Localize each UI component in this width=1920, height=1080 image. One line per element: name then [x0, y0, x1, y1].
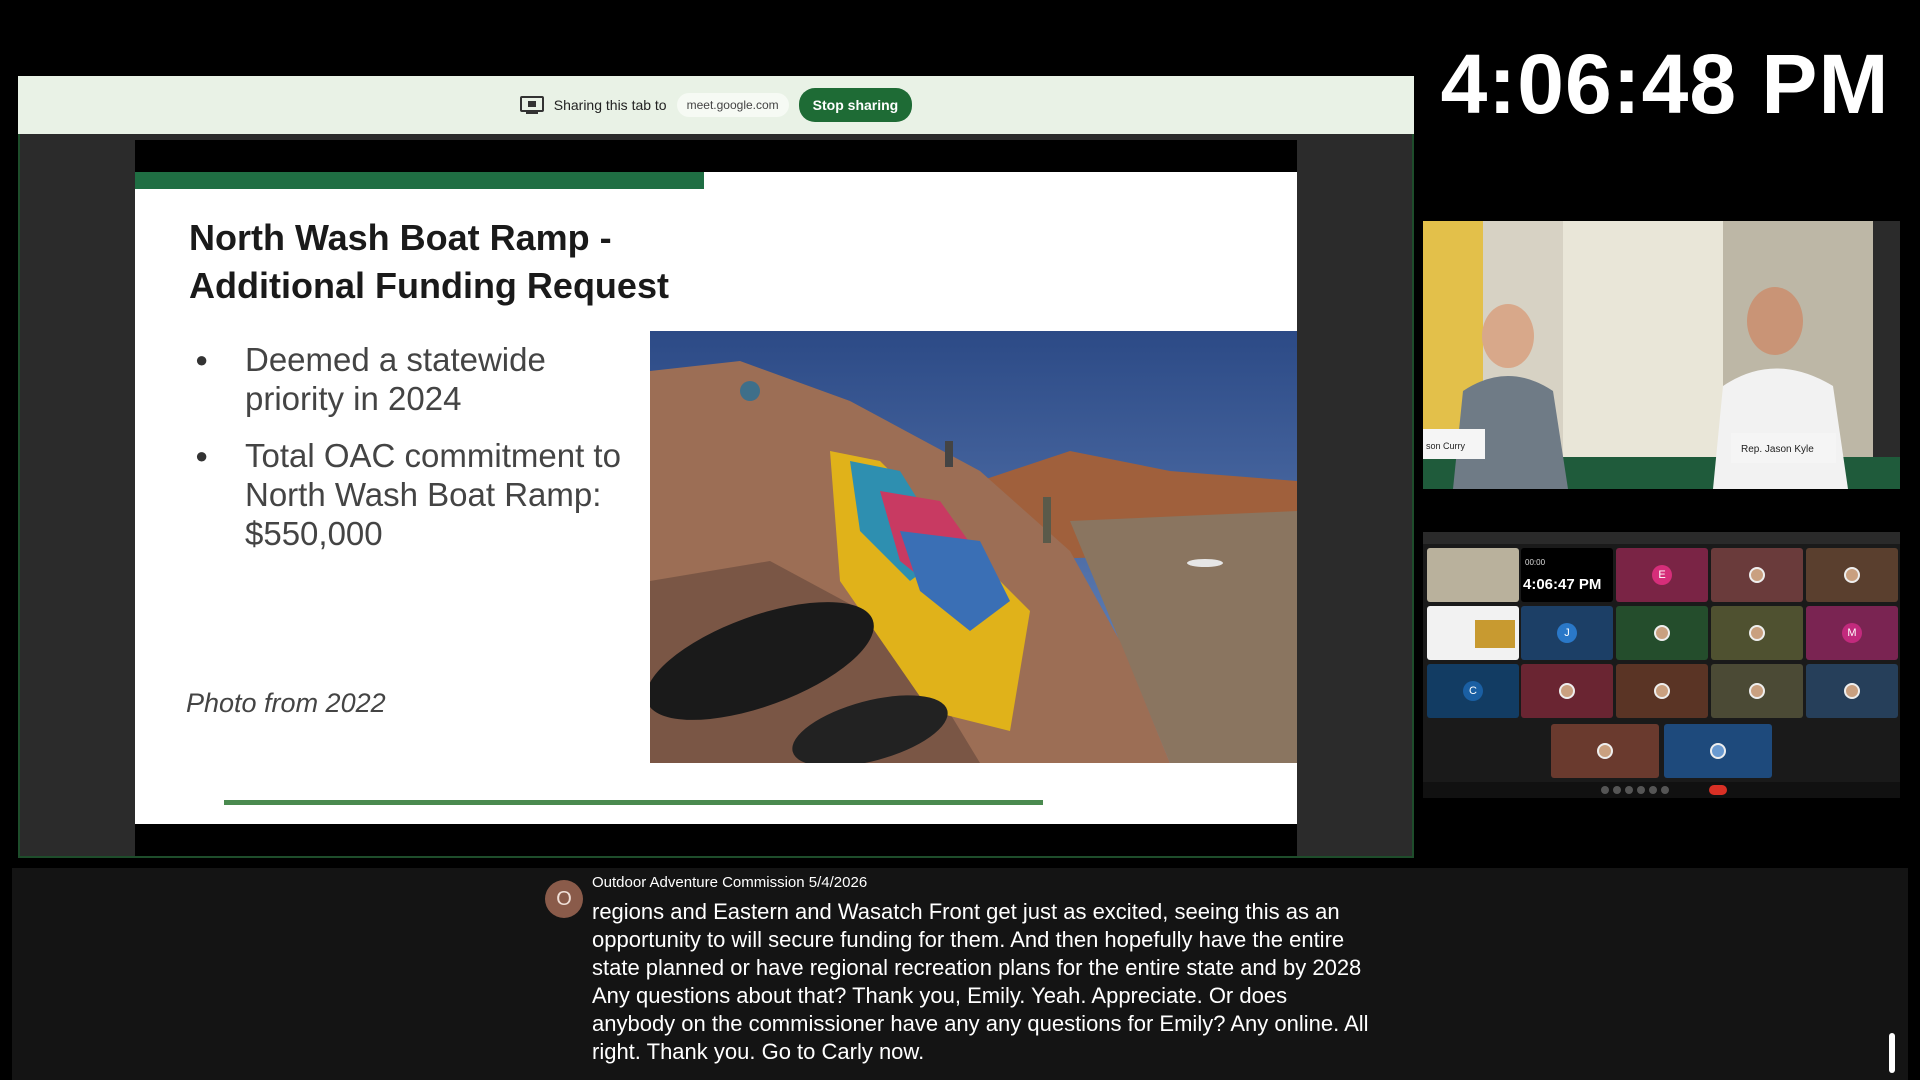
stop-sharing-button[interactable]: Stop sharing	[798, 88, 913, 122]
camera-feed: son Curry Rep. Jason Kyle	[1423, 221, 1900, 489]
meet-grid-view: 00:00 4:06:47 PM E J M C	[1423, 532, 1900, 798]
participant-tile-camera[interactable]	[1427, 548, 1519, 602]
participant-avatar	[1654, 625, 1670, 641]
nameplate-left-text: son Curry	[1426, 441, 1466, 451]
participant-initial: J	[1557, 623, 1577, 643]
more-icon[interactable]	[1649, 786, 1657, 794]
participant-tile[interactable]	[1806, 664, 1898, 718]
participant-avatar	[1844, 567, 1860, 583]
participant-tile[interactable]	[1521, 664, 1613, 718]
participant-tile[interactable]	[1551, 724, 1659, 778]
participant-avatar	[1559, 683, 1575, 699]
slide-footer-line	[224, 800, 1043, 805]
photo-caption: Photo from 2022	[186, 688, 386, 718]
slide-bullet-list: Deemed a statewide priority in 2024 Tota…	[195, 340, 625, 571]
participant-initial: E	[1652, 565, 1672, 585]
participant-tile[interactable]	[1711, 664, 1803, 718]
participant-avatar	[1844, 683, 1860, 699]
participant-tile[interactable]: M	[1806, 606, 1898, 660]
meet-tab-strip	[1423, 532, 1900, 544]
participant-initial: M	[1842, 623, 1862, 643]
participant-tile[interactable]	[1711, 548, 1803, 602]
participant-avatar	[1710, 743, 1726, 759]
participant-tile[interactable]	[1664, 724, 1772, 778]
participant-tile[interactable]	[1806, 548, 1898, 602]
sharing-status-text: Sharing this tab to	[553, 97, 667, 113]
participant-initial: C	[1463, 681, 1483, 701]
captions-icon[interactable]	[1625, 786, 1633, 794]
participant-avatar	[1749, 683, 1765, 699]
present-icon[interactable]	[1637, 786, 1645, 794]
participant-avatar	[1749, 567, 1765, 583]
caption-speaker-name: Outdoor Adventure Commission 5/4/2026	[592, 874, 868, 891]
slide-bullet: Total OAC commitment to North Wash Boat …	[195, 436, 625, 553]
slide-bullet: Deemed a statewide priority in 2024	[195, 340, 625, 418]
meet-clock: 4:06:47 PM	[1523, 576, 1602, 593]
slide-photo-raft	[646, 331, 1297, 767]
meet-control-bar	[1423, 782, 1900, 798]
participant-tile-presentation[interactable]	[1427, 606, 1519, 660]
slide-accent-bar	[135, 172, 704, 189]
mic-icon[interactable]	[1601, 786, 1609, 794]
presentation-slide: North Wash Boat Ramp - Additional Fundin…	[135, 172, 1297, 824]
participant-avatar	[1597, 743, 1613, 759]
participant-avatar	[1654, 683, 1670, 699]
speaker-avatar: O	[545, 880, 583, 918]
share-notification-bar: Sharing this tab to meet.google.com Stop…	[18, 76, 1414, 134]
participant-tile[interactable]	[1616, 664, 1708, 718]
caption-scrollbar[interactable]	[1889, 1033, 1895, 1073]
reactions-icon[interactable]	[1661, 786, 1669, 794]
camera-icon[interactable]	[1613, 786, 1621, 794]
participant-tile[interactable]	[1711, 606, 1803, 660]
participant-tile[interactable]	[1616, 606, 1708, 660]
clock-display: 4:06:48 PM	[1440, 37, 1890, 131]
caption-text: regions and Eastern and Wasatch Front ge…	[592, 899, 1369, 1064]
participant-avatar	[1749, 625, 1765, 641]
nameplate-right-text: Rep. Jason Kyle	[1741, 444, 1814, 455]
leave-call-icon[interactable]	[1709, 785, 1727, 795]
screen-share-icon	[519, 96, 544, 114]
slide-title: North Wash Boat Ramp - Additional Fundin…	[189, 217, 669, 306]
participant-tile[interactable]: C	[1427, 664, 1519, 718]
meet-timer: 00:00	[1525, 558, 1546, 567]
participant-tile[interactable]: E	[1616, 548, 1708, 602]
participant-tile[interactable]: J	[1521, 606, 1613, 660]
participant-tile-clock[interactable]: 00:00 4:06:47 PM	[1521, 548, 1613, 602]
sharing-host: meet.google.com	[676, 93, 789, 117]
